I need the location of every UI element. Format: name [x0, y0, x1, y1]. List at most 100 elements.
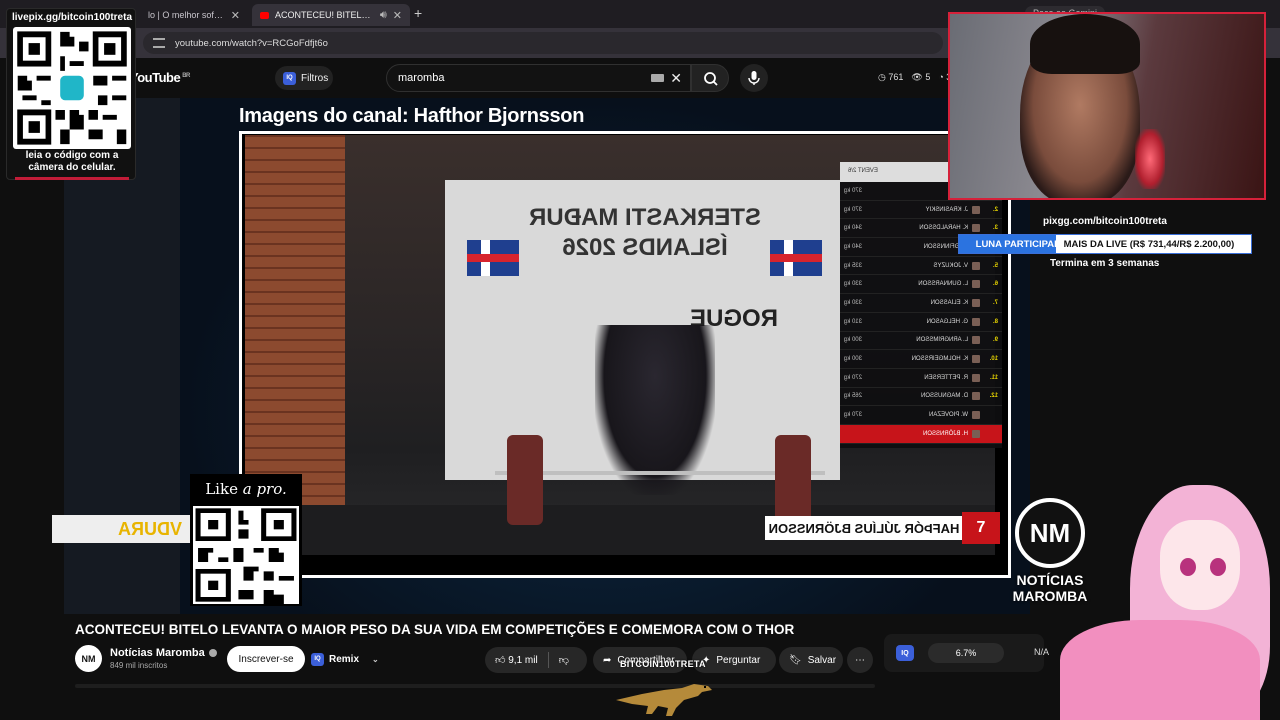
leaderboard-athlete: H. BJÖRNSSON: [922, 430, 968, 437]
leaderboard-row: 10. K. HÓLMGEIRSSON 300 kg: [840, 350, 1002, 369]
clock-stat: ◷ 761: [878, 72, 904, 82]
athlete-avatar: [972, 336, 980, 345]
athlete-avatar: [972, 392, 980, 401]
url-text: youtube.com/watch?v=RCGoFdfjt6o: [175, 37, 328, 49]
athlete-avatar: [972, 317, 980, 326]
chevron-down-icon[interactable]: ⌄: [372, 655, 379, 664]
share-icon: ➦: [603, 654, 612, 666]
leaderboard-row: H. BJÖRNSSON: [840, 424, 1002, 444]
leaderboard-rank: 6.: [992, 281, 998, 288]
leaderboard-athlete: R. PETTERSEN: [924, 374, 968, 381]
leaderboard-athlete: V. JOKUZYS: [933, 262, 968, 269]
leaderboard: EVENT 2/6 SSON370 kg2.J. KRASINSKIY370 k…: [840, 162, 1002, 448]
filters-label: Filtros: [301, 72, 329, 84]
youtube-logo[interactable]: YouTube BR: [130, 70, 190, 85]
leaderboard-row: 9. L. ARNGRÍMSSON 300 kg: [840, 331, 1002, 351]
leaderboard-row: 5. V. JOKUZYS 335 kg: [840, 256, 1002, 276]
leaderboard-athlete: G. HELGASON: [926, 318, 968, 325]
athlete-rank: 7: [962, 512, 1000, 544]
remix-button[interactable]: IQ Remix ⌄: [311, 648, 379, 670]
tab-software[interactable]: lo | O melhor software p ✕: [140, 4, 248, 26]
iq-icon: IQ: [283, 71, 296, 85]
athlete-avatar: [972, 224, 980, 233]
more-actions-button[interactable]: ⋯: [847, 647, 873, 673]
leaderboard-athlete: K. HARALDSSON: [919, 225, 968, 232]
search-input[interactable]: maromba ✕: [386, 64, 691, 92]
leaderboard-row: 12. D. MAGNÚSSON 265 kg: [840, 387, 1002, 407]
divider: [547, 652, 549, 668]
url-field[interactable]: youtube.com/watch?v=RCGoFdfjt6o: [143, 32, 943, 54]
lifter: [595, 325, 715, 495]
leaderboard-rank: 12.: [989, 393, 998, 400]
athlete-avatar: [972, 411, 980, 420]
qr-code-icon: [13, 27, 131, 149]
leaderboard-row: 8. G. HELGASON 310 kg: [840, 312, 1002, 332]
leaderboard-rank: 7.: [992, 299, 998, 306]
leaderboard-athlete: L. GUNNARSSON: [918, 281, 968, 288]
athlete-avatar: [972, 373, 980, 382]
athlete-avatar: [972, 298, 980, 307]
remix-label: Remix: [329, 653, 360, 665]
tab-video[interactable]: ACONTECEU! BITELO LEVAN 🔊︎ ✕: [252, 4, 410, 26]
leaderboard-athlete: K. ELÍASSON: [930, 299, 968, 306]
bookmark-icon: 🔖︎: [789, 654, 802, 666]
video-channel-caption: Imagens do canal: Hafthor Bjornsson: [239, 105, 585, 127]
leaderboard-weight: 370 kg: [844, 206, 863, 213]
new-tab-button[interactable]: +: [414, 5, 422, 21]
leaderboard-weight: 340 kg: [844, 225, 863, 232]
athlete-avatar: [972, 205, 980, 214]
like-a-pro-text: Like a pro.: [205, 480, 287, 498]
ask-label: Perguntar: [716, 654, 761, 666]
logo-text: YouTube: [130, 70, 181, 85]
vtuber-eye: [1180, 558, 1196, 576]
vtuber-eye: [1210, 558, 1226, 576]
site-settings-icon[interactable]: [153, 38, 165, 48]
qr-code-icon: [193, 506, 299, 604]
subscribe-button[interactable]: Inscrever-se: [227, 646, 305, 672]
video-title: ACONTECEU! BITELO LEVANTA O MAIOR PESO D…: [75, 622, 795, 637]
dislike-button[interactable]: 👎︎: [559, 654, 569, 666]
views-stat: 👁︎ 5: [911, 72, 931, 82]
voice-search-button[interactable]: [740, 64, 768, 92]
leaderboard-row: 6. L. GUNNARSSON 330 kg: [840, 275, 1002, 295]
vtuber-body: [1060, 620, 1260, 720]
leaderboard-weight: 370 kg: [844, 187, 863, 194]
banner-text: STERKASTI MAÐUR ÍSLANDS 2026: [529, 204, 761, 261]
athlete-avatar: [972, 355, 980, 364]
region-code: BR: [182, 72, 190, 79]
close-icon[interactable]: ✕: [231, 9, 240, 22]
pixgg-url: pixgg.com/bitcoin100treta: [1043, 216, 1167, 227]
save-button[interactable]: 🔖︎ Salvar: [779, 647, 843, 673]
leaderboard-athlete: L. ARNGRÍMSSON: [916, 337, 968, 344]
accent-underline: [15, 177, 129, 180]
channel-name[interactable]: Notícias Maromba: [110, 647, 217, 659]
red-lamp: [1135, 129, 1165, 189]
channel-avatar[interactable]: NM: [75, 645, 102, 672]
stream-hashtag: BITCOIN100TRETA: [620, 659, 706, 669]
leaderboard-weight: 270 kg: [844, 374, 863, 381]
leaderboard-row: 11. R. PETTERSEN 270 kg: [840, 368, 1002, 388]
close-icon[interactable]: ✕: [393, 9, 402, 22]
keyboard-icon[interactable]: [651, 74, 664, 82]
leaderboard-weight: 370 kg: [844, 412, 863, 419]
streamer-hair: [1030, 14, 1140, 74]
filters-button[interactable]: IQ Filtros: [275, 66, 333, 90]
clear-search-icon[interactable]: ✕: [670, 70, 682, 87]
leaderboard-weight: 335 kg: [844, 262, 863, 269]
iq-extension-button[interactable]: IQ: [896, 645, 914, 661]
leaderboard-weight: 300 kg: [844, 356, 863, 363]
leaderboard-weight: 330 kg: [844, 299, 863, 306]
save-label: Salvar: [807, 654, 837, 666]
verified-icon: [208, 649, 217, 657]
leaderboard-weight: 265 kg: [844, 393, 863, 400]
like-button[interactable]: 👍︎ 9,1 mil: [495, 654, 538, 666]
iq-na: N/A: [1034, 647, 1050, 657]
leaderboard-rank: 3.: [992, 225, 998, 232]
leaderboard-rank: 2.: [992, 206, 998, 213]
speaker-icon[interactable]: 🔊︎: [380, 9, 387, 22]
leaderboard-athlete: D. MAGNÚSSON: [920, 393, 968, 400]
search-button[interactable]: [691, 64, 729, 92]
channel-name-text: Notícias Maromba: [110, 647, 205, 659]
leaderboard-rank: 11.: [989, 374, 998, 381]
athlete-avatar: [972, 280, 980, 289]
